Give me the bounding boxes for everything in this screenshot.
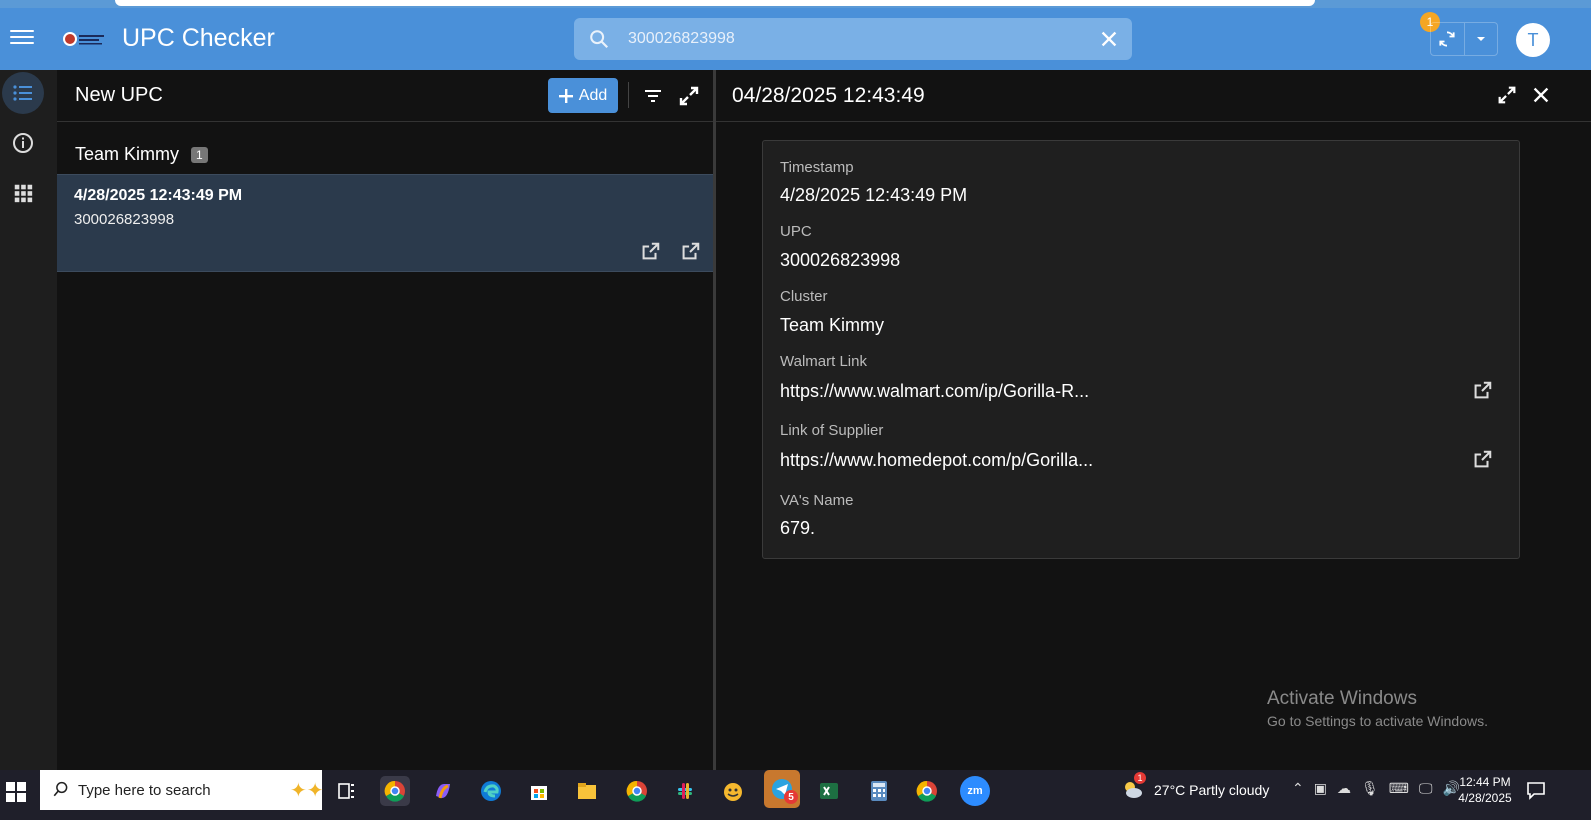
timestamp-value: 4/28/2025 12:43:49 PM bbox=[780, 185, 968, 205]
activate-subtitle: Go to Settings to activate Windows. bbox=[1267, 713, 1488, 729]
user-avatar[interactable]: T bbox=[1516, 23, 1550, 57]
upc-value: 300026823998 bbox=[780, 250, 901, 270]
detail-title: 04/28/2025 12:43:49 bbox=[732, 84, 925, 107]
search-icon bbox=[590, 30, 609, 49]
menu-icon[interactable] bbox=[10, 26, 34, 50]
walmart-link-label: Walmart Link bbox=[780, 353, 867, 370]
store-icon[interactable] bbox=[524, 776, 554, 806]
weather-badge: 1 bbox=[1134, 772, 1146, 784]
supplier-external-link-icon[interactable] bbox=[1471, 449, 1493, 471]
company-logo bbox=[63, 32, 104, 46]
caret-down-icon bbox=[1476, 37, 1485, 41]
sync-button[interactable] bbox=[1431, 23, 1465, 55]
zoom-icon[interactable]: zm bbox=[960, 776, 990, 806]
va-name-label: VA's Name bbox=[780, 492, 854, 509]
apps-grid-icon bbox=[14, 184, 33, 203]
sync-icon bbox=[1439, 31, 1455, 47]
expand-icon[interactable] bbox=[677, 84, 701, 108]
clear-search-icon[interactable] bbox=[1098, 28, 1120, 50]
list-icon bbox=[13, 85, 32, 101]
taskbar-search-icon bbox=[53, 781, 68, 797]
windows-start-icon[interactable] bbox=[6, 782, 26, 802]
app-title: UPC Checker bbox=[122, 24, 275, 52]
header-separator bbox=[628, 82, 629, 108]
microphone-icon[interactable]: 🎙 bbox=[1361, 780, 1379, 797]
notifications-icon[interactable] bbox=[1526, 780, 1546, 800]
meet-now-icon[interactable]: ▣ bbox=[1314, 780, 1327, 797]
app-bar: UPC Checker 1 T bbox=[0, 8, 1591, 70]
task-view-icon[interactable] bbox=[332, 776, 362, 806]
walmart-link-value[interactable]: https://www.walmart.com/ip/Gorilla-R... bbox=[780, 381, 1089, 402]
cluster-label: Cluster bbox=[780, 288, 828, 305]
plus-icon bbox=[558, 88, 573, 103]
timestamp-label: Timestamp bbox=[780, 159, 854, 176]
detail-card: Timestamp 4/28/2025 12:43:49 PM UPC 3000… bbox=[762, 140, 1520, 559]
telegram-icon[interactable]: 5 bbox=[764, 770, 800, 808]
detail-panel: 04/28/2025 12:43:49 Timestamp 4/28/2025 … bbox=[716, 70, 1591, 770]
list-item[interactable]: 4/28/2025 12:43:49 PM 300026823998 bbox=[57, 174, 713, 272]
open-supplier-link-icon[interactable] bbox=[679, 241, 701, 263]
clock-time: 12:44 PM bbox=[1459, 775, 1511, 789]
add-button[interactable]: Add bbox=[548, 78, 618, 113]
chrome-icon[interactable] bbox=[380, 776, 410, 806]
calculator-icon[interactable] bbox=[864, 776, 894, 806]
list-header: New UPC Add bbox=[57, 70, 713, 122]
upc-list-panel: New UPC Add Team Kimmy 1 4/28/2025 12:43… bbox=[57, 70, 713, 770]
chrome-profile-icon[interactable] bbox=[622, 776, 652, 806]
item-upc: 300026823998 bbox=[74, 211, 175, 228]
search-input[interactable] bbox=[628, 26, 1088, 52]
close-icon[interactable] bbox=[1530, 84, 1552, 106]
input-indicator-icon[interactable]: ⌨ bbox=[1389, 780, 1409, 797]
list-title: New UPC bbox=[75, 84, 163, 106]
rail-list-button[interactable] bbox=[2, 72, 44, 114]
excel-icon[interactable] bbox=[814, 776, 844, 806]
rail-apps-button[interactable] bbox=[2, 172, 44, 214]
group-count-badge: 1 bbox=[191, 146, 208, 163]
supplier-link-value[interactable]: https://www.homedepot.com/p/Gorilla... bbox=[780, 450, 1093, 471]
sync-dropdown-button[interactable] bbox=[1465, 23, 1498, 55]
item-timestamp: 4/28/2025 12:43:49 PM bbox=[74, 187, 243, 204]
cloud-sync-icon[interactable]: ☁ bbox=[1337, 780, 1351, 797]
clock-date: 4/28/2025 bbox=[1458, 791, 1512, 805]
filter-icon[interactable] bbox=[641, 84, 665, 108]
detail-header: 04/28/2025 12:43:49 bbox=[716, 70, 1591, 122]
cluster-value: Team Kimmy bbox=[780, 315, 885, 335]
rail-info-button[interactable] bbox=[2, 122, 44, 164]
weather-text: 27°C Partly cloudy bbox=[1154, 782, 1270, 798]
slack-icon[interactable] bbox=[670, 776, 700, 806]
va-name-value: 679. bbox=[780, 518, 816, 538]
upc-label: UPC bbox=[780, 223, 812, 240]
sync-button-group bbox=[1430, 22, 1498, 56]
tray-chevron-icon[interactable]: ⌃ bbox=[1292, 780, 1304, 797]
search-bar bbox=[574, 18, 1132, 60]
copilot-sparkle-icon: ✦✦ bbox=[290, 780, 324, 802]
walmart-external-link-icon[interactable] bbox=[1471, 380, 1493, 402]
open-walmart-link-icon[interactable] bbox=[639, 241, 661, 263]
emoji-app-icon[interactable] bbox=[718, 776, 748, 806]
system-tray: ⌃ ▣ ☁ 🎙 ⌨ 🖵 🔊 bbox=[1292, 780, 1460, 797]
edge-icon[interactable] bbox=[476, 776, 506, 806]
group-name: Team Kimmy bbox=[75, 144, 180, 164]
activate-title: Activate Windows bbox=[1267, 688, 1417, 709]
taskbar-search[interactable]: Type here to search ✦✦ bbox=[40, 770, 324, 810]
copilot-icon[interactable] bbox=[428, 776, 458, 806]
left-rail bbox=[0, 70, 57, 770]
supplier-link-label: Link of Supplier bbox=[780, 422, 884, 439]
file-explorer-icon[interactable] bbox=[572, 776, 602, 806]
taskbar-clock[interactable]: 12:44 PM 4/28/2025 bbox=[1450, 774, 1520, 806]
activate-windows-watermark: Activate Windows Go to Settings to activ… bbox=[1267, 688, 1488, 729]
telegram-badge: 5 bbox=[784, 790, 798, 804]
group-header[interactable]: Team Kimmy 1 bbox=[75, 144, 208, 165]
network-icon[interactable]: 🖵 bbox=[1419, 780, 1433, 797]
detail-expand-icon[interactable] bbox=[1496, 84, 1518, 106]
add-button-label: Add bbox=[578, 86, 608, 104]
taskbar-search-text: Type here to search bbox=[78, 782, 211, 799]
browser-tab-strip bbox=[115, 0, 1315, 6]
chrome-secondary-icon[interactable] bbox=[912, 776, 942, 806]
windows-taskbar: Type here to search ✦✦ 5 zm 1 27°C Partl… bbox=[0, 770, 1591, 820]
info-icon bbox=[13, 133, 33, 153]
weather-widget[interactable]: 1 27°C Partly cloudy bbox=[1120, 772, 1270, 802]
